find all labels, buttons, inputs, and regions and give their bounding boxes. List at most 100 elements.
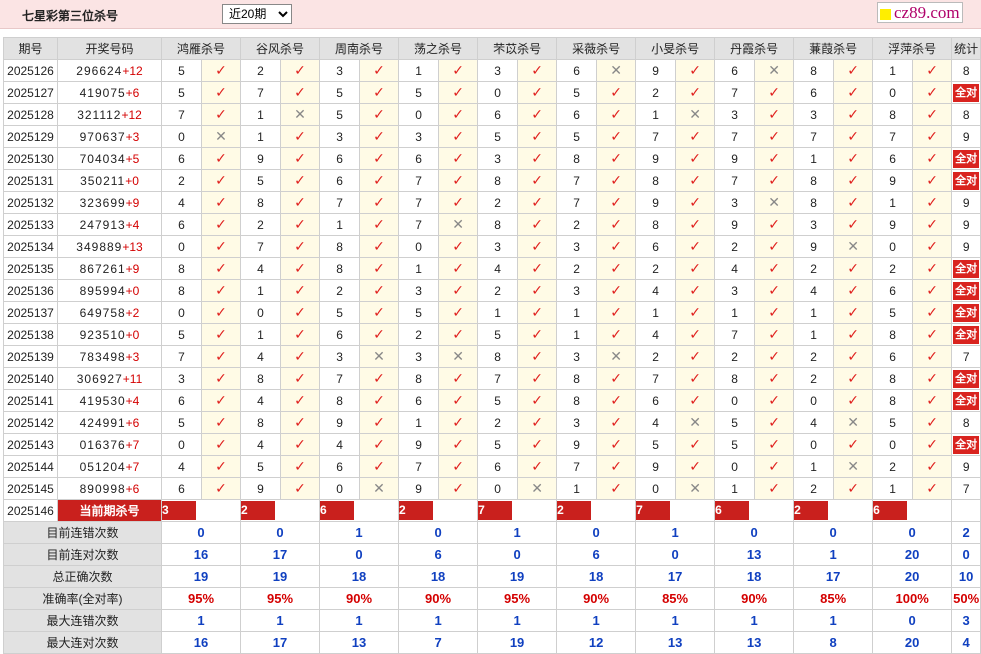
check-icon: ✓ <box>768 304 780 320</box>
row-stat: 8 <box>951 103 981 126</box>
result-mark: ✕ <box>675 477 716 500</box>
result-mark: ✓ <box>754 213 795 236</box>
check-icon: ✓ <box>531 436 543 452</box>
result-mark: ✓ <box>438 125 479 148</box>
check-icon: ✓ <box>689 238 701 254</box>
check-icon: ✓ <box>926 216 939 232</box>
kill-number: 4 <box>714 257 756 280</box>
result-mark: ✓ <box>912 147 953 170</box>
check-icon: ✓ <box>531 128 543 144</box>
check-icon: ✓ <box>926 458 939 474</box>
row-stat: 全对 <box>951 367 981 390</box>
check-icon: ✓ <box>610 370 622 386</box>
check-icon: ✓ <box>452 326 464 342</box>
stats-label: 目前连对次数 <box>3 543 162 566</box>
kill-number: 5 <box>714 433 756 456</box>
all-correct-badge: 全对 <box>953 259 980 278</box>
header-expert: 小旻杀号 <box>635 37 716 60</box>
result-mark: ✓ <box>280 257 321 280</box>
prize-digits: 890998 <box>79 481 126 496</box>
prize-digits: 704034 <box>79 151 126 166</box>
check-icon: ✓ <box>847 348 859 364</box>
current-kill-cell: 2 <box>240 499 321 522</box>
check-icon: ✓ <box>531 84 543 100</box>
kill-number: 5 <box>556 81 598 104</box>
check-icon: ✓ <box>768 392 780 408</box>
result-mark: ✓ <box>359 59 400 82</box>
table-row: 2025129 970637+3 0 ✕ 1 ✓ 3 ✓ 3 ✓ 5 ✓ 5 ✓ 7 ✓ 7 ✓ 7 ✓ 7 ✓ 9 <box>3 125 981 148</box>
check-icon: ✓ <box>294 414 306 430</box>
result-mark: ✓ <box>280 433 321 456</box>
cross-icon: ✕ <box>847 458 859 474</box>
check-icon: ✓ <box>215 84 227 100</box>
kill-number: 2 <box>872 257 914 280</box>
result-mark: ✓ <box>200 367 242 390</box>
result-mark: ✕ <box>596 59 637 82</box>
row-stat: 全对 <box>951 147 981 170</box>
table-row: 2025134 349889+13 0 ✓ 7 ✓ 8 ✓ 0 ✓ 3 ✓ 3 ✓ 6 ✓ 2 ✓ 9 ✕ 0 ✓ 9 <box>3 235 981 258</box>
check-icon: ✓ <box>294 172 306 188</box>
result-mark: ✓ <box>675 191 716 214</box>
current-kill-number: 2 <box>557 501 592 520</box>
row-stat: 9 <box>951 213 981 236</box>
kill-number: 7 <box>398 169 440 192</box>
result-mark: ✓ <box>517 345 558 368</box>
check-icon: ✓ <box>768 348 780 364</box>
stats-value: 19 <box>160 565 242 588</box>
check-icon: ✓ <box>294 348 306 364</box>
result-mark: ✓ <box>438 103 479 126</box>
kill-number: 7 <box>872 125 914 148</box>
result-mark: ✓ <box>200 103 242 126</box>
prize-number: 923510+0 <box>57 323 162 346</box>
result-mark: ✓ <box>833 257 874 280</box>
site-brand[interactable]: cz89.com <box>877 2 963 23</box>
kill-number: 9 <box>635 455 677 478</box>
table-header-row: 期号 开奖号码 鸿雁杀号 谷风杀号 周南杀号 荡之杀号 芣苡杀号 采薇杀号 小旻杀号 丹霞杀号 蒹葭… <box>3 37 981 60</box>
kill-number: 0 <box>319 477 361 500</box>
result-mark: ✓ <box>596 257 637 280</box>
prize-sum: +0 <box>125 283 140 298</box>
kill-number: 7 <box>714 125 756 148</box>
kill-number: 3 <box>793 213 835 236</box>
kill-number: 2 <box>793 345 835 368</box>
result-mark: ✓ <box>912 81 953 104</box>
check-icon: ✓ <box>689 84 701 100</box>
kill-number: 7 <box>398 455 440 478</box>
result-mark: ✓ <box>280 389 321 412</box>
check-icon: ✓ <box>452 84 464 100</box>
result-mark: ✓ <box>359 81 400 104</box>
table-row: 2025140 306927+11 3 ✓ 8 ✓ 7 ✓ 8 ✓ 7 ✓ 8 ✓ 7 ✓ 8 ✓ 2 ✓ 8 ✓ 全对 <box>3 367 981 390</box>
check-icon: ✓ <box>531 194 543 210</box>
stats-value: 20 <box>872 631 953 654</box>
result-mark: ✓ <box>200 191 242 214</box>
result-mark: ✓ <box>833 279 874 302</box>
stats-value: 85% <box>793 587 874 610</box>
table-row: 2025136 895994+0 8 ✓ 1 ✓ 2 ✓ 3 ✓ 2 ✓ 3 ✓ 4 ✓ 3 ✓ 4 ✓ 6 ✓ 全对 <box>3 279 981 302</box>
check-icon: ✓ <box>847 480 859 496</box>
kill-number: 0 <box>793 389 835 412</box>
table-row: 2025127 419075+6 5 ✓ 7 ✓ 5 ✓ 5 ✓ 0 ✓ 5 ✓ 2 ✓ 7 ✓ 6 ✓ 0 ✓ 全对 <box>3 81 981 104</box>
kill-number: 0 <box>872 235 914 258</box>
header-prize: 开奖号码 <box>57 37 162 60</box>
kill-number: 8 <box>477 213 519 236</box>
cross-icon: ✕ <box>452 348 464 364</box>
correct-count: 9 <box>962 459 970 474</box>
prize-digits: 247913 <box>79 217 126 232</box>
current-kill-cell: 6 <box>714 499 795 522</box>
check-icon: ✓ <box>847 62 859 78</box>
check-icon: ✓ <box>452 392 464 408</box>
result-mark: ✓ <box>596 147 637 170</box>
period-select[interactable]: 近20期 <box>222 4 292 24</box>
result-mark: ✓ <box>438 257 479 280</box>
result-mark: ✓ <box>517 301 558 324</box>
result-mark: ✕ <box>833 235 874 258</box>
kill-number: 7 <box>793 125 835 148</box>
kill-number: 0 <box>161 125 202 148</box>
result-mark: ✓ <box>833 301 874 324</box>
prize-number: 424991+6 <box>57 411 162 434</box>
stats-value: 90% <box>398 587 479 610</box>
kill-number: 0 <box>714 389 756 412</box>
kill-number: 7 <box>240 235 282 258</box>
stats-row: 准确率(全对率) 95% 95% 90% 90% 95% 90% 85% 90% 85% 100% 5… <box>3 587 981 610</box>
result-mark: ✓ <box>912 257 953 280</box>
